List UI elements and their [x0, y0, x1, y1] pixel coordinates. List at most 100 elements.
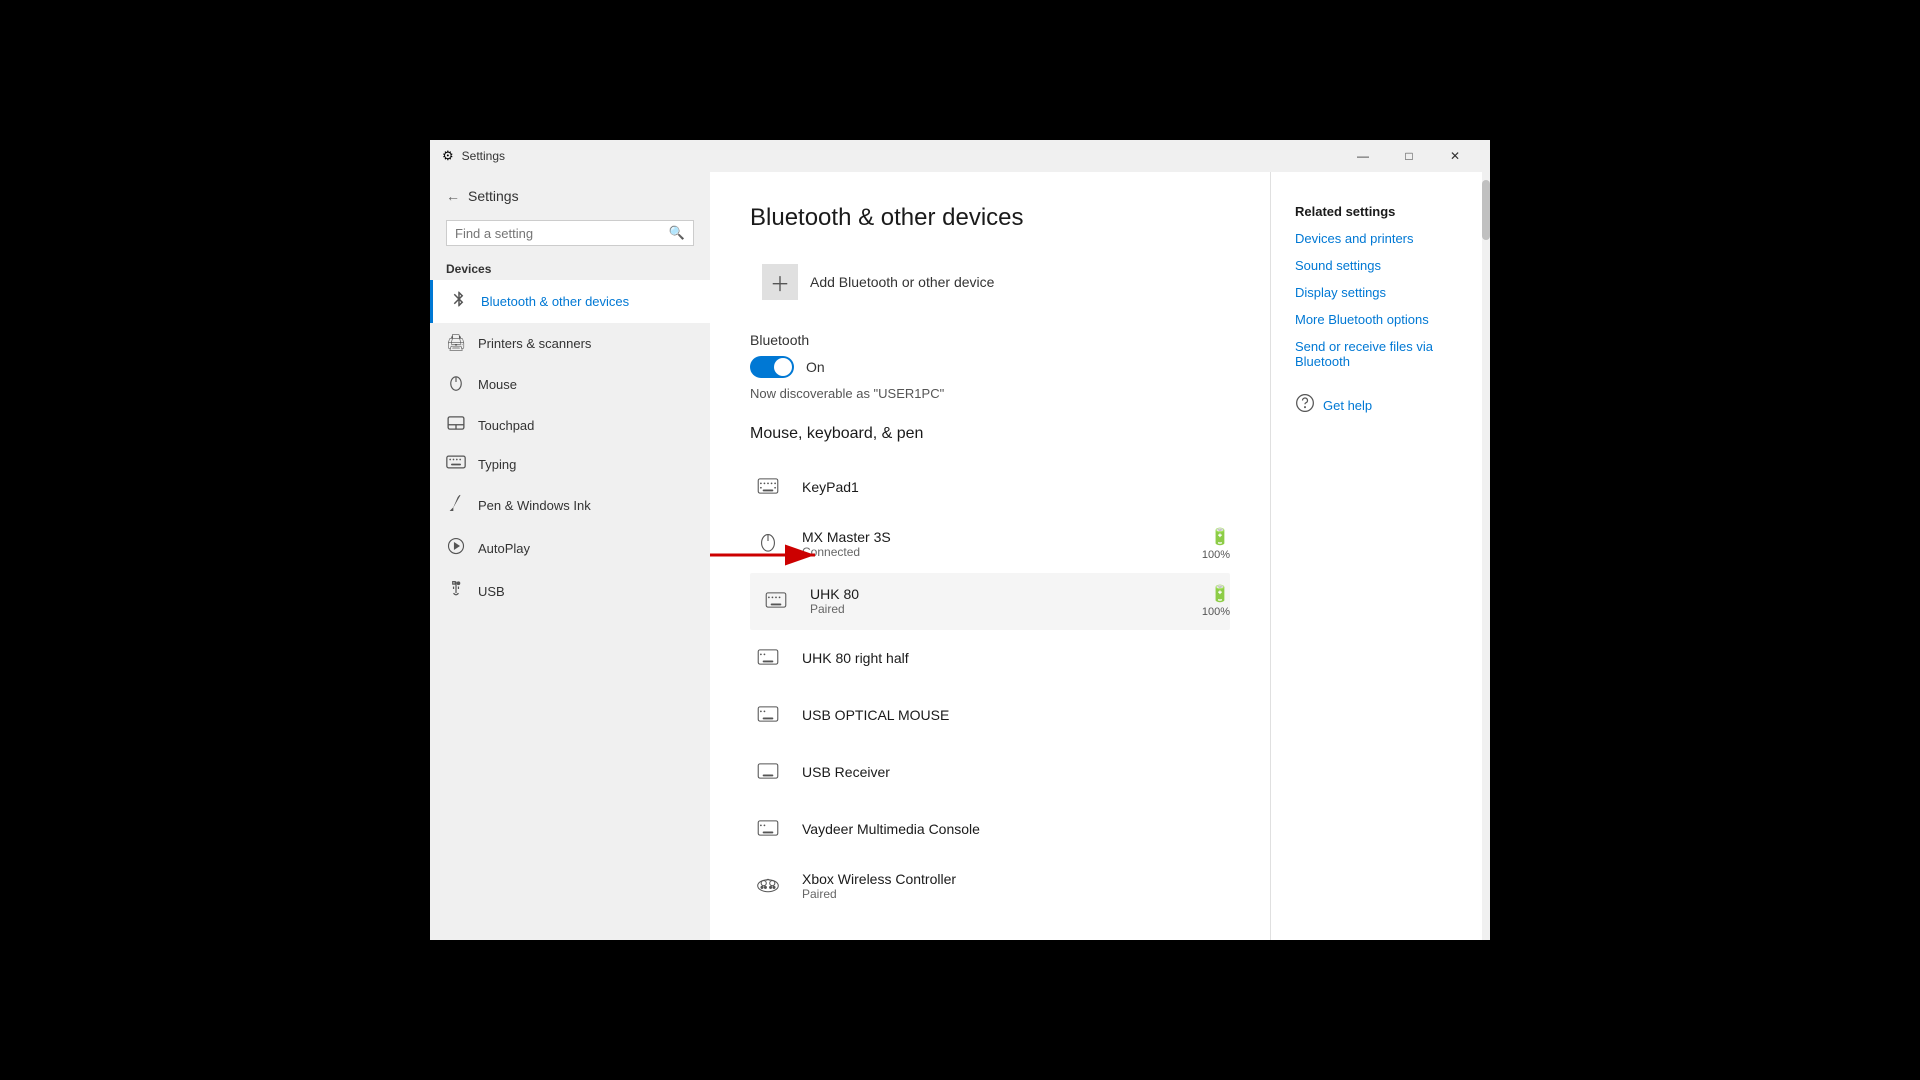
keyboard-icon-vaydeer [757, 816, 779, 842]
main-panel: Bluetooth & other devices ＋ Add Bluetoot… [710, 172, 1270, 940]
get-help-link[interactable]: Get help [1323, 398, 1372, 413]
usb-icon [446, 580, 466, 603]
sidebar-item-mouse[interactable]: Mouse [430, 363, 710, 406]
get-help-icon [1295, 393, 1315, 418]
related-settings-title: Related settings [1295, 204, 1466, 219]
titlebar-left: ⚙ Settings [442, 148, 505, 164]
device-item-mx-master[interactable]: MX Master 3S Connected 🔋 100% [750, 516, 1230, 573]
device-item-uhk80right[interactable]: UHK 80 right half [750, 630, 1230, 687]
device-item-usbreceiver[interactable]: USB Receiver [750, 744, 1230, 801]
autoplay-icon [446, 537, 466, 560]
bluetooth-section: Bluetooth On Now discoverable as "USER1P… [750, 332, 1230, 401]
related-link-sound[interactable]: Sound settings [1295, 258, 1466, 273]
device-icon-wrap-keyppad1 [750, 469, 786, 505]
toggle-state: On [806, 359, 825, 375]
related-link-bluetooth-options[interactable]: More Bluetooth options [1295, 312, 1466, 327]
device-icon-wrap-xbox [750, 868, 786, 904]
device-info-uhk80: UHK 80 Paired [810, 586, 1186, 616]
related-link-send-files[interactable]: Send or receive files via Bluetooth [1295, 339, 1466, 369]
scrollbar-thumb [1482, 180, 1490, 240]
sidebar-item-autoplay[interactable]: AutoPlay [430, 527, 710, 570]
add-device-button[interactable]: ＋ Add Bluetooth or other device [750, 256, 1006, 308]
mouse-icon-mx [760, 530, 776, 558]
scrollbar[interactable] [1482, 172, 1490, 940]
keyboard-icon-uhk80 [765, 588, 787, 614]
toggle-row: On [750, 356, 1230, 378]
printer-icon: 🖨 [446, 333, 466, 353]
device-item-vaydeer[interactable]: Vaydeer Multimedia Console [750, 801, 1230, 858]
add-device-label: Add Bluetooth or other device [810, 274, 994, 290]
device-info-mx: MX Master 3S Connected [802, 529, 1186, 559]
sidebar-item-usb[interactable]: USB [430, 570, 710, 613]
typing-icon [446, 455, 466, 474]
device-list: KeyPad1 MX Master 3S Connected [750, 459, 1230, 915]
add-device-icon: ＋ [762, 264, 798, 300]
toggle-knob [774, 358, 792, 376]
device-item-uhk80[interactable]: UHK 80 Paired 🔋 100% [750, 573, 1230, 630]
device-icon-wrap-uhk80 [758, 583, 794, 619]
sidebar-item-label-printers: Printers & scanners [478, 336, 591, 351]
content-area: ← Settings 🔍 Devices Bluetooth & other d… [430, 172, 1490, 940]
device-info-usbmouse: USB OPTICAL MOUSE [802, 707, 1230, 723]
search-input[interactable] [455, 226, 663, 241]
device-icon-wrap-mx [750, 526, 786, 562]
device-name-uhk80: UHK 80 [810, 586, 1186, 602]
sidebar: ← Settings 🔍 Devices Bluetooth & other d… [430, 172, 710, 940]
battery-pct-mx: 100% [1202, 549, 1230, 561]
mouse-keyboard-section-heading: Mouse, keyboard, & pen [750, 425, 1230, 443]
device-name-keyppad1: KeyPad1 [802, 479, 1230, 495]
device-name-uhk80r: UHK 80 right half [802, 650, 1230, 666]
search-icon: 🔍 [669, 225, 685, 241]
device-name-vaydeer: Vaydeer Multimedia Console [802, 821, 1230, 837]
close-button[interactable]: ✕ [1432, 140, 1478, 172]
sidebar-item-label-usb: USB [478, 584, 505, 599]
battery-icon-mx: 🔋 [1210, 527, 1230, 547]
maximize-button[interactable]: □ [1386, 140, 1432, 172]
device-battery-uhk80: 🔋 100% [1202, 584, 1230, 618]
sidebar-item-typing[interactable]: Typing [430, 445, 710, 484]
related-link-display[interactable]: Display settings [1295, 285, 1466, 300]
sidebar-item-touchpad[interactable]: Touchpad [430, 406, 710, 445]
sidebar-item-label-autoplay: AutoPlay [478, 541, 530, 556]
device-info-keyppad1: KeyPad1 [802, 479, 1230, 495]
back-icon: ← [446, 188, 460, 204]
sidebar-item-label-mouse: Mouse [478, 377, 517, 392]
device-battery-mx: 🔋 100% [1202, 527, 1230, 561]
device-item-keyppad1[interactable]: KeyPad1 [750, 459, 1230, 516]
sidebar-item-label-touchpad: Touchpad [478, 418, 534, 433]
device-item-usbmouse[interactable]: USB OPTICAL MOUSE [750, 687, 1230, 744]
pen-icon [446, 494, 466, 517]
page-title: Bluetooth & other devices [750, 204, 1230, 232]
search-box[interactable]: 🔍 [446, 220, 694, 246]
bluetooth-label: Bluetooth [750, 332, 1230, 348]
right-panel: Related settings Devices and printers So… [1270, 172, 1490, 940]
device-info-uhk80r: UHK 80 right half [802, 650, 1230, 666]
discoverable-text: Now discoverable as "USER1PC" [750, 386, 1230, 401]
device-icon-wrap-usbreceiver [750, 754, 786, 790]
device-info-vaydeer: Vaydeer Multimedia Console [802, 821, 1230, 837]
keyboard-icon-keyppad1 [757, 474, 779, 500]
device-icon-wrap-usbmouse [750, 697, 786, 733]
device-icon-wrap-vaydeer [750, 811, 786, 847]
device-name-mx: MX Master 3S [802, 529, 1186, 545]
device-info-usbreceiver: USB Receiver [802, 764, 1230, 780]
device-name-usbreceiver: USB Receiver [802, 764, 1230, 780]
home-icon: ⚙ [442, 148, 454, 164]
minimize-button[interactable]: — [1340, 140, 1386, 172]
sidebar-item-pen[interactable]: Pen & Windows Ink [430, 484, 710, 527]
sidebar-item-label-bluetooth: Bluetooth & other devices [481, 294, 629, 309]
keyboard-icon-usbreceiver [757, 759, 779, 785]
back-button[interactable]: ← Settings [430, 180, 710, 212]
sidebar-item-bluetooth[interactable]: Bluetooth & other devices [430, 280, 710, 323]
device-item-xbox[interactable]: Xbox Wireless Controller Paired [750, 858, 1230, 915]
battery-icon-uhk80: 🔋 [1210, 584, 1230, 604]
touchpad-icon [446, 416, 466, 435]
device-info-xbox: Xbox Wireless Controller Paired [802, 871, 1230, 901]
related-link-devices[interactable]: Devices and printers [1295, 231, 1466, 246]
device-status-uhk80: Paired [810, 602, 1186, 616]
back-label: Settings [468, 188, 519, 204]
sidebar-item-label-typing: Typing [478, 457, 516, 472]
bluetooth-toggle[interactable] [750, 356, 794, 378]
mouse-icon [446, 373, 466, 396]
sidebar-item-printers[interactable]: 🖨 Printers & scanners [430, 323, 710, 363]
